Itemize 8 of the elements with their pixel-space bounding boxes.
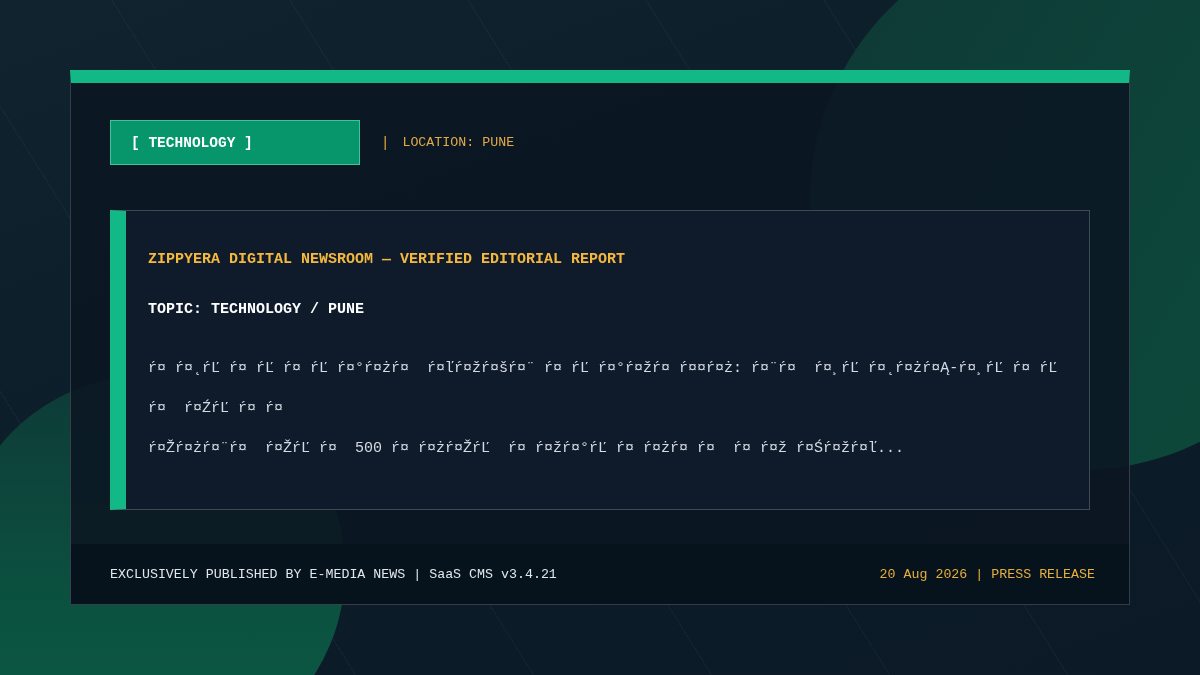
separator: | <box>381 134 390 151</box>
release-date: 20 Aug 2026 | PRESS RELEASE <box>879 566 1095 582</box>
location-label: LOCATION: PUNE <box>402 135 515 150</box>
excerpt-line: ŕ¤Žŕ¤żŕ¤¨ŕ¤ ŕ¤ŽŕĽ ŕ¤ 500 ŕ¤ ŕ¤żŕ¤ŽŕĽ ŕ¤ ŕ¤žŕ¤°ŕĽ ŕ¤ ŕ¤żŕ¤ ŕ¤ ŕ¤ ŕ¤ž ŕ¤Śŕ¤žŕ¤ľ... <box>148 438 906 459</box>
report-heading: ZIPPYERA DIGITAL NEWSROOM — VERIFIED EDITORIAL REPORT <box>148 250 627 270</box>
publisher-credit: EXCLUSIVELY PUBLISHED BY E-MEDIA NEWS | SaaS CMS v3.4.21 <box>110 566 557 582</box>
topic-line: TOPIC: TECHNOLOGY / PUNE <box>148 300 366 320</box>
category-tag: [ TECHNOLOGY ] <box>110 120 360 165</box>
